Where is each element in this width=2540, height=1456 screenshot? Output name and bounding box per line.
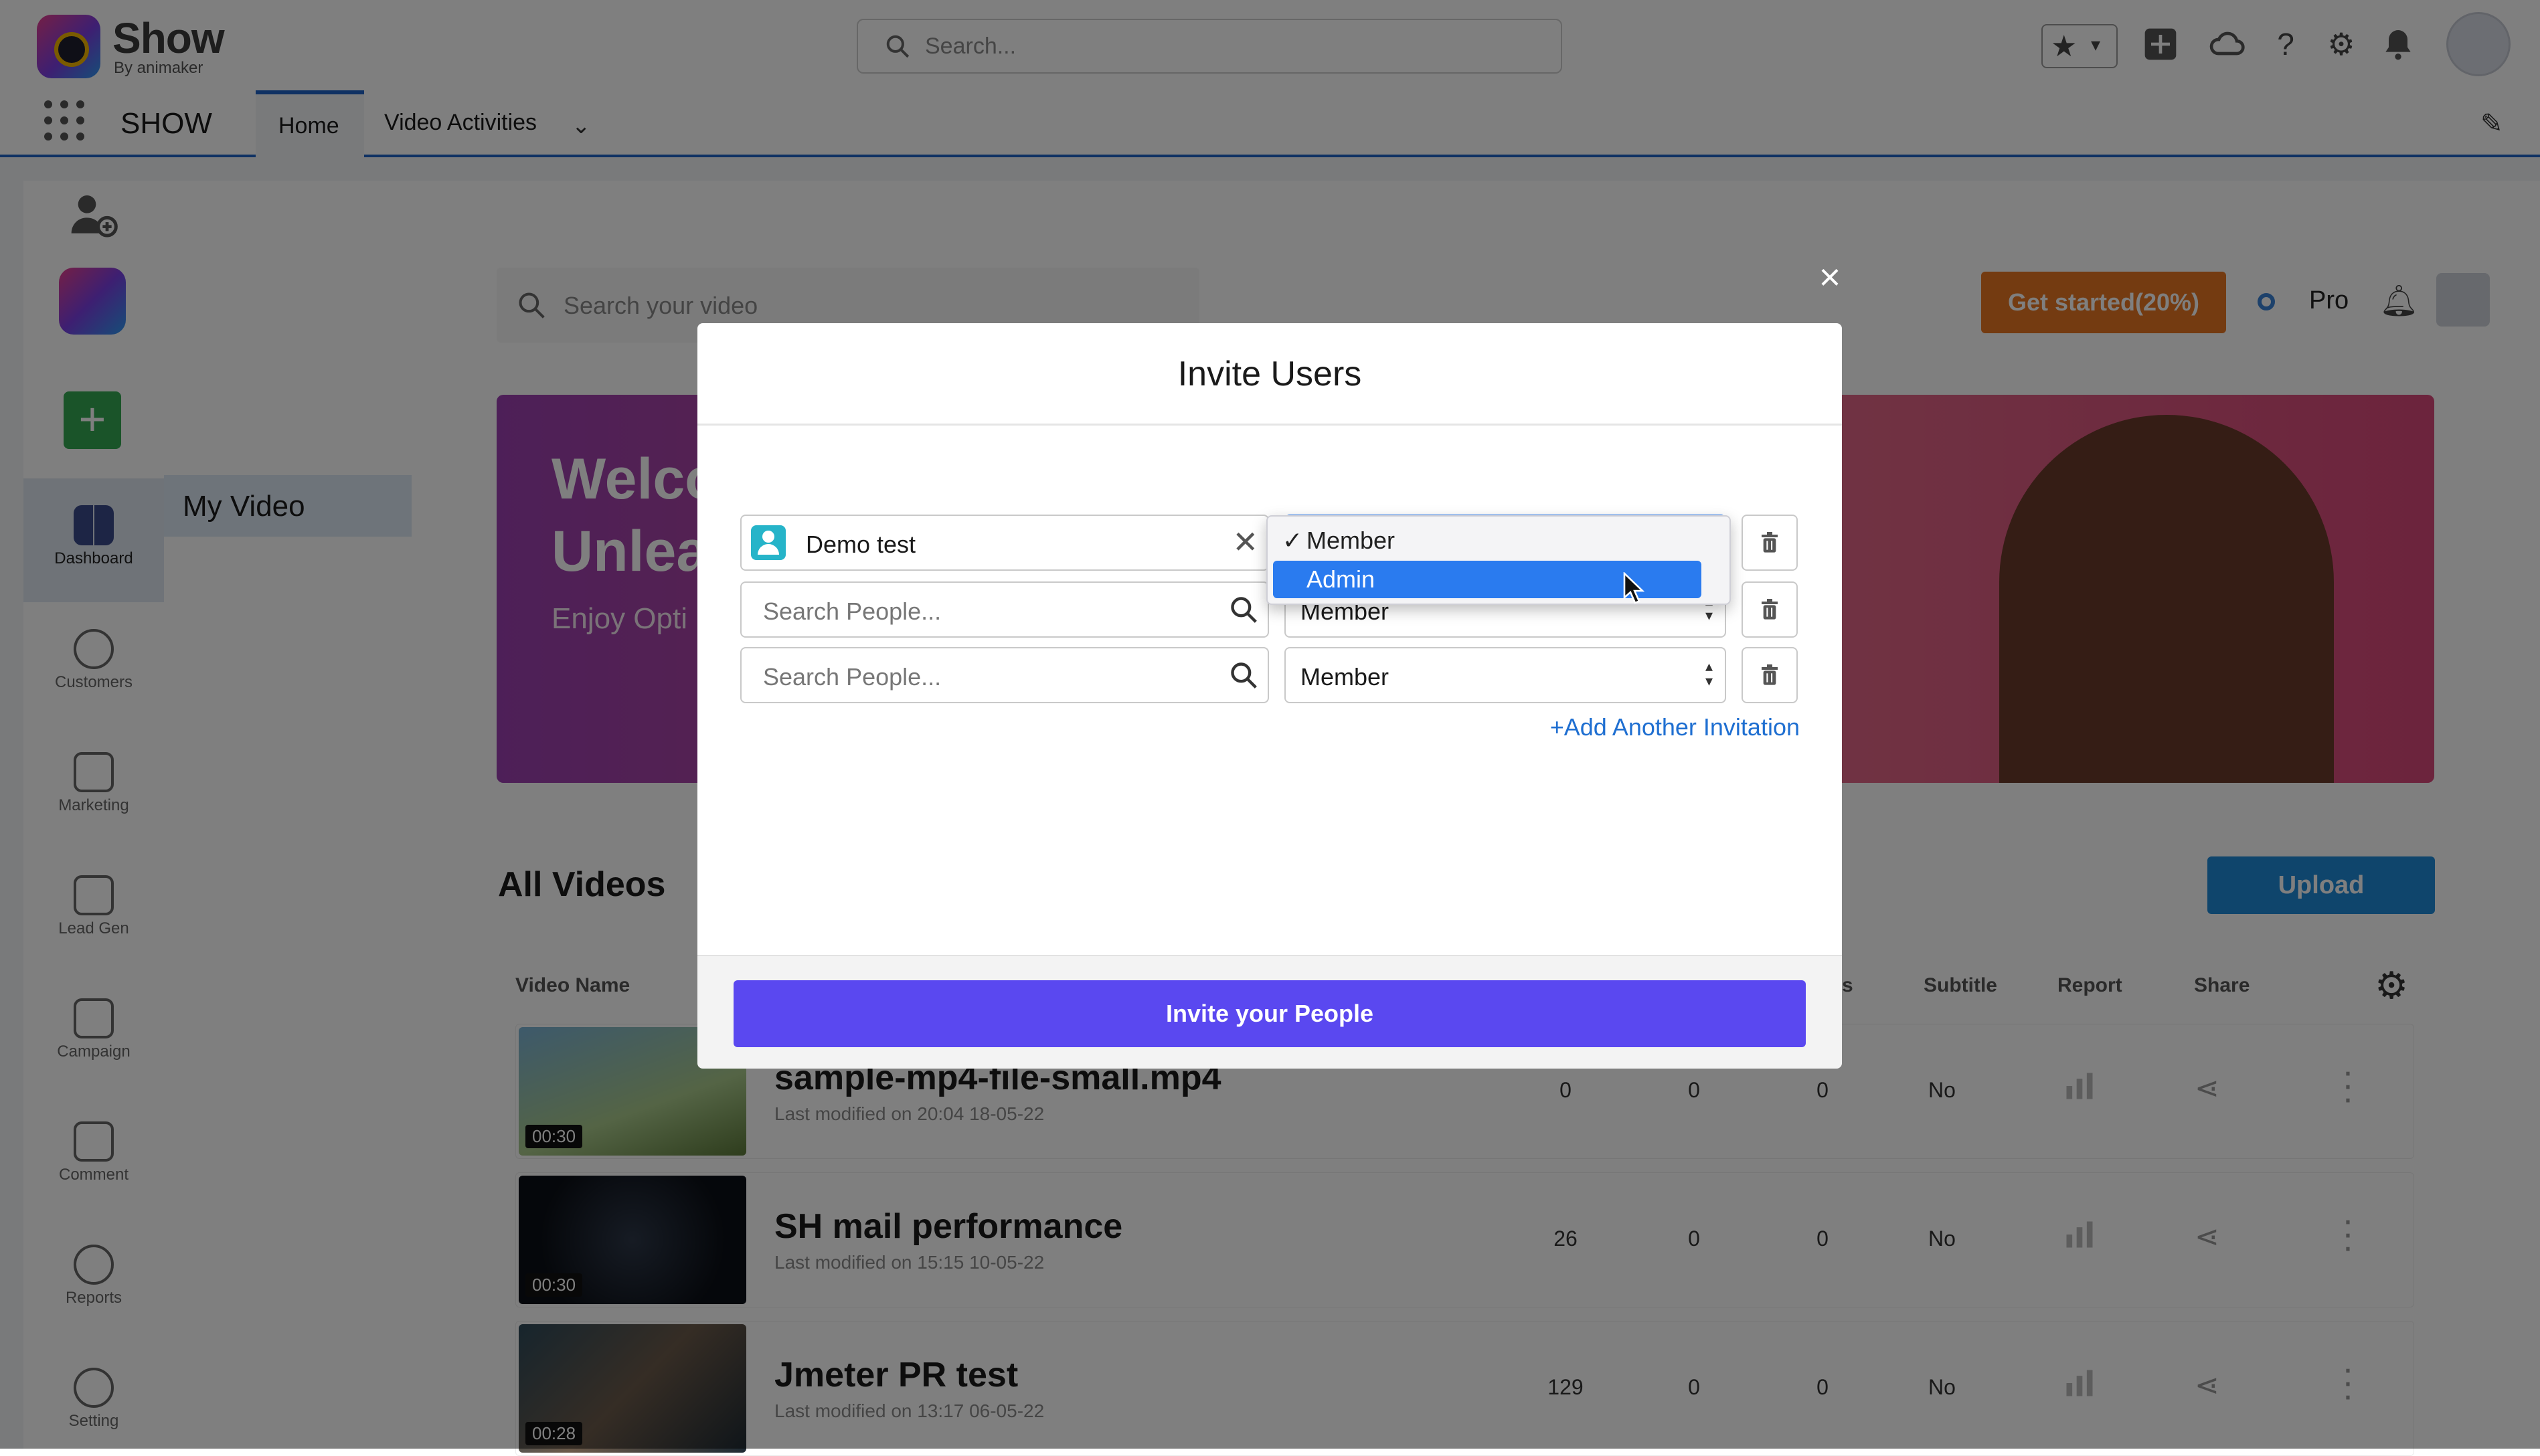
option-label: Admin bbox=[1306, 565, 1375, 593]
select-arrows-icon: ▴▾ bbox=[1705, 658, 1713, 689]
role-dropdown-menu: ✓ Member Admin bbox=[1266, 515, 1731, 605]
trash-icon bbox=[1762, 664, 1778, 685]
checkmark-icon: ✓ bbox=[1282, 527, 1303, 554]
person-search-input[interactable]: Search People... bbox=[740, 581, 1269, 638]
role-value: Member bbox=[1300, 663, 1389, 691]
person-search-placeholder: Search People... bbox=[763, 598, 942, 625]
invite-users-modal: Invite Users Demo test ✕ Member Search P… bbox=[697, 323, 1842, 1069]
divider bbox=[697, 424, 1842, 426]
search-icon bbox=[1231, 662, 1257, 689]
person-search-placeholder: Search People... bbox=[763, 663, 942, 691]
option-label: Member bbox=[1306, 527, 1395, 554]
add-another-invitation-link[interactable]: +Add Another Invitation bbox=[1550, 713, 1800, 741]
person-search-input[interactable]: Search People... bbox=[740, 647, 1269, 703]
delete-row-button[interactable] bbox=[1742, 515, 1798, 571]
trash-icon bbox=[1762, 532, 1778, 553]
modal-title: Invite Users bbox=[1177, 355, 1362, 393]
close-icon[interactable]: × bbox=[1816, 258, 1843, 296]
person-field-selected[interactable]: Demo test ✕ bbox=[740, 515, 1269, 571]
mouse-cursor-icon bbox=[1623, 572, 1645, 604]
delete-row-button[interactable] bbox=[1742, 647, 1798, 703]
dropdown-option-member[interactable]: ✓ Member bbox=[1273, 522, 1701, 559]
clear-person-icon[interactable]: ✕ bbox=[1232, 524, 1258, 560]
selected-person-name: Demo test bbox=[806, 531, 916, 558]
user-contact-icon bbox=[751, 525, 786, 560]
delete-row-button[interactable] bbox=[1742, 581, 1798, 638]
role-select[interactable]: Member ▴▾ bbox=[1284, 647, 1726, 703]
search-icon bbox=[1231, 597, 1257, 623]
invite-people-button[interactable]: Invite your People bbox=[734, 980, 1806, 1047]
trash-icon bbox=[1762, 599, 1778, 620]
